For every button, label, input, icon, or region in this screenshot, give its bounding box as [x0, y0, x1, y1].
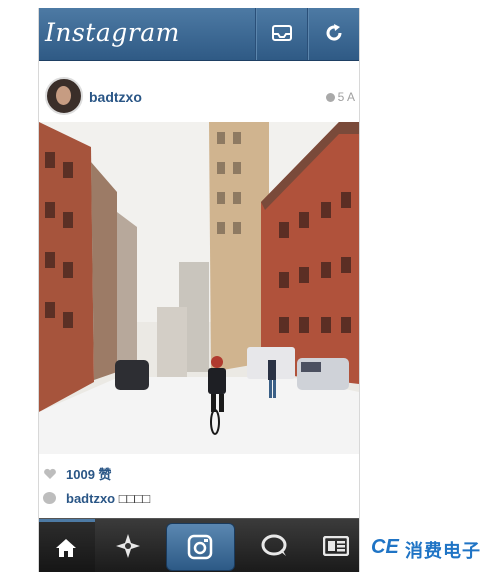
avatar[interactable] — [45, 77, 83, 115]
likes-count[interactable]: 1009 赞 — [43, 464, 112, 483]
camera-icon — [187, 534, 213, 560]
tab-home[interactable] — [39, 519, 95, 572]
app-logo: Instagram — [45, 18, 180, 47]
post-username[interactable]: badtzxo — [89, 89, 142, 105]
top-navigation-bar: Instagram — [39, 8, 359, 61]
snowy-street-photo — [39, 122, 359, 454]
explore-icon — [116, 534, 140, 558]
refresh-button[interactable] — [307, 8, 359, 60]
clock-icon — [325, 93, 335, 102]
home-icon — [56, 539, 76, 557]
post-time-text: 5 A — [337, 90, 355, 104]
tab-news[interactable] — [239, 519, 303, 572]
post-header: badtzxo 5 A — [39, 68, 359, 125]
tab-profile[interactable] — [303, 519, 359, 572]
post-time: 5 A — [325, 90, 355, 104]
inbox-button[interactable] — [255, 8, 308, 60]
speech-bubble-icon — [261, 534, 287, 556]
inbox-icon — [272, 25, 292, 41]
comment-bubble-icon — [43, 492, 56, 504]
phone-screen: Instagram badtzxo 5 A 1009 赞 badtzxo □□□… — [38, 8, 360, 572]
caption-text: □□□□ — [118, 491, 151, 506]
likes-text: 1009 赞 — [66, 467, 112, 482]
heart-icon — [44, 468, 56, 479]
bottom-tab-bar — [39, 518, 359, 572]
brand-name: 消费电子 — [405, 541, 481, 562]
tab-explore[interactable] — [95, 519, 159, 572]
caption: badtzxo □□□□ — [43, 491, 150, 506]
refresh-icon — [326, 24, 342, 41]
ce-brand-logo: CE 消费电子 — [371, 536, 496, 562]
post-photo[interactable] — [39, 122, 359, 454]
tab-camera[interactable] — [166, 523, 235, 571]
caption-username[interactable]: badtzxo — [66, 491, 115, 506]
profile-card-icon — [323, 536, 349, 556]
brand-ce: CE — [371, 536, 399, 558]
